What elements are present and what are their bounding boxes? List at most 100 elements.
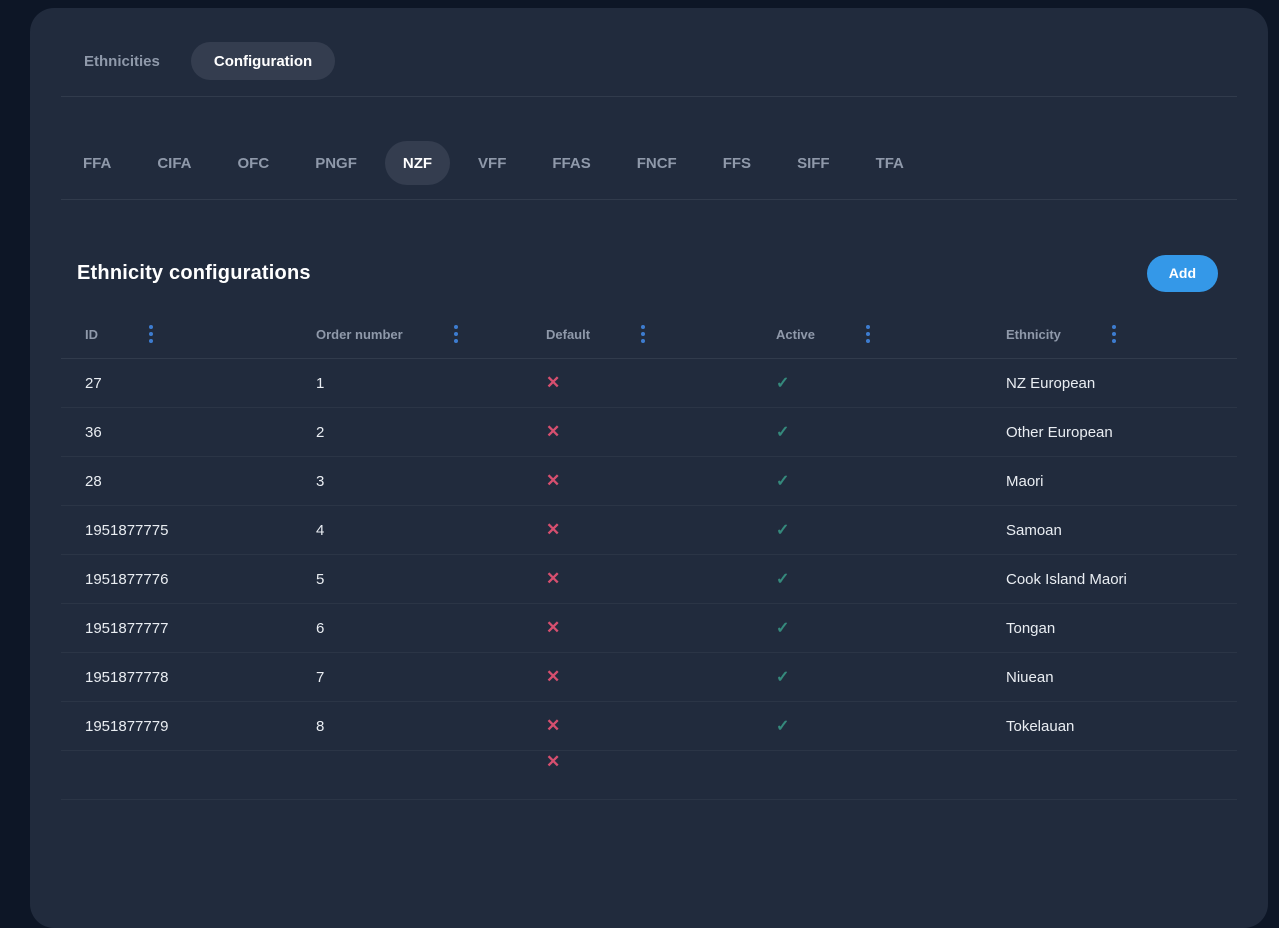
column-header-id: ID xyxy=(61,322,292,346)
cell-id: 1951877777 xyxy=(61,620,292,637)
check-icon: ✓ xyxy=(776,669,789,686)
column-header-default: Default xyxy=(522,322,752,346)
federation-tabs: FFACIFAOFCPNGFNZFVFFFFASFNCFFFSSIFFTFA xyxy=(65,141,1237,185)
cell-order-number: 6 xyxy=(292,620,522,637)
table-body: 271 ✕ ✓ NZ European 362 ✕ ✓ Other European 283 ✕ ✓… xyxy=(61,359,1237,800)
table-header-row: ID Order number Default Active Ethnicity xyxy=(61,310,1237,359)
cell-active: ✓ xyxy=(752,522,982,539)
cross-icon: ✕ xyxy=(546,373,560,392)
check-icon: ✓ xyxy=(776,375,789,392)
cell-active: ✓ xyxy=(752,375,982,392)
cell-default: ✕ xyxy=(522,570,752,588)
federation-tab-ffs[interactable]: FFS xyxy=(705,141,769,185)
cell-ethnicity: Samoan xyxy=(982,522,1237,539)
cross-icon: ✕ xyxy=(546,520,560,539)
cross-icon: ✕ xyxy=(546,471,560,490)
cross-icon: ✕ xyxy=(546,618,560,637)
cell-order-number xyxy=(292,751,522,753)
cell-id: 1951877779 xyxy=(61,718,292,735)
table-row: 19518777754✕✓Samoan xyxy=(61,506,1237,555)
cell-default: ✕ xyxy=(522,374,752,392)
column-header-active: Active xyxy=(752,322,982,346)
cell-id: 36 xyxy=(61,424,292,441)
cross-icon: ✕ xyxy=(546,569,560,588)
cell-active: ✓ xyxy=(752,718,982,735)
cell-default: ✕ xyxy=(522,717,752,735)
cross-icon: ✕ xyxy=(546,667,560,686)
column-label: Order number xyxy=(316,327,403,342)
column-label: Active xyxy=(776,327,815,342)
kebab-menu-icon[interactable] xyxy=(1109,322,1119,346)
ethnicity-table: IDOrder numberDefaultActiveEthnicity 271… xyxy=(61,310,1237,800)
cell-order-number: 4 xyxy=(292,522,522,539)
kebab-menu-icon[interactable] xyxy=(451,322,461,346)
check-icon: ✓ xyxy=(776,424,789,441)
cell-ethnicity: Niuean xyxy=(982,669,1237,686)
federation-tab-tfa[interactable]: TFA xyxy=(858,141,922,185)
federation-tab-siff[interactable]: SIFF xyxy=(779,141,848,185)
cross-icon: ✕ xyxy=(546,422,560,441)
column-label: ID xyxy=(85,327,98,342)
cell-default: ✕ xyxy=(522,751,752,771)
page-title: Ethnicity configurations xyxy=(77,262,311,285)
table-row: 19518777776✕✓Tongan xyxy=(61,604,1237,653)
kebab-menu-icon[interactable] xyxy=(146,322,156,346)
cell-active xyxy=(752,751,982,753)
cell-order-number: 5 xyxy=(292,571,522,588)
cell-default: ✕ xyxy=(522,521,752,539)
add-button[interactable]: Add xyxy=(1147,255,1218,292)
divider xyxy=(61,199,1237,200)
column-header-order-number: Order number xyxy=(292,322,522,346)
table-row: 19518777765✕✓Cook Island Maori xyxy=(61,555,1237,604)
column-label: Ethnicity xyxy=(1006,327,1061,342)
table-row: 19518777798 ✕ ✓ Tokelauan xyxy=(61,702,1237,751)
view-tab-configuration[interactable]: Configuration xyxy=(191,42,335,80)
cell-id: 1951877778 xyxy=(61,669,292,686)
column-label: Default xyxy=(546,327,590,342)
cell-ethnicity: Maori xyxy=(982,473,1237,490)
check-icon: ✓ xyxy=(776,718,789,735)
federation-tab-vff[interactable]: VFF xyxy=(460,141,524,185)
cell-active: ✓ xyxy=(752,620,982,637)
federation-tab-ffas[interactable]: FFAS xyxy=(534,141,608,185)
cell-order-number: 2 xyxy=(292,424,522,441)
main-panel: EthnicitiesConfiguration FFACIFAOFCPNGFN… xyxy=(30,8,1268,928)
federation-tab-cifa[interactable]: CIFA xyxy=(139,141,209,185)
view-tab-ethnicities[interactable]: Ethnicities xyxy=(61,42,183,80)
kebab-menu-icon[interactable] xyxy=(863,322,873,346)
check-icon: ✓ xyxy=(776,620,789,637)
cell-ethnicity xyxy=(982,751,1237,753)
kebab-menu-icon[interactable] xyxy=(638,322,648,346)
cell-id: 27 xyxy=(61,375,292,392)
table-row: 19518777787✕✓Niuean xyxy=(61,653,1237,702)
federation-tab-ffa[interactable]: FFA xyxy=(65,141,129,185)
cell-id: 1951877776 xyxy=(61,571,292,588)
federation-tab-pngf[interactable]: PNGF xyxy=(297,141,375,185)
check-icon: ✓ xyxy=(776,473,789,490)
cross-icon: ✕ xyxy=(546,716,560,735)
federation-tab-ofc[interactable]: OFC xyxy=(220,141,288,185)
cell-active: ✓ xyxy=(752,571,982,588)
section-header: Ethnicity configurations Add xyxy=(61,254,1237,292)
cell-order-number: 8 xyxy=(292,718,522,735)
table-row: ✕ xyxy=(61,751,1237,800)
cell-ethnicity: NZ European xyxy=(982,375,1237,392)
cross-icon: ✕ xyxy=(546,752,560,771)
cell-ethnicity: Tokelauan xyxy=(982,718,1237,735)
cell-id: 28 xyxy=(61,473,292,490)
view-tabs: EthnicitiesConfiguration xyxy=(61,42,1237,80)
cell-order-number: 1 xyxy=(292,375,522,392)
cell-order-number: 3 xyxy=(292,473,522,490)
federation-tab-fncf[interactable]: FNCF xyxy=(619,141,695,185)
cell-ethnicity: Other European xyxy=(982,424,1237,441)
table-row: 271 ✕ ✓ NZ European xyxy=(61,359,1237,408)
check-icon: ✓ xyxy=(776,522,789,539)
cell-id xyxy=(61,751,292,753)
federation-tab-nzf[interactable]: NZF xyxy=(385,141,450,185)
cell-default: ✕ xyxy=(522,423,752,441)
cell-active: ✓ xyxy=(752,473,982,490)
cell-default: ✕ xyxy=(522,472,752,490)
table-row: 283 ✕ ✓ Maori xyxy=(61,457,1237,506)
divider xyxy=(61,96,1237,97)
cell-default: ✕ xyxy=(522,668,752,686)
